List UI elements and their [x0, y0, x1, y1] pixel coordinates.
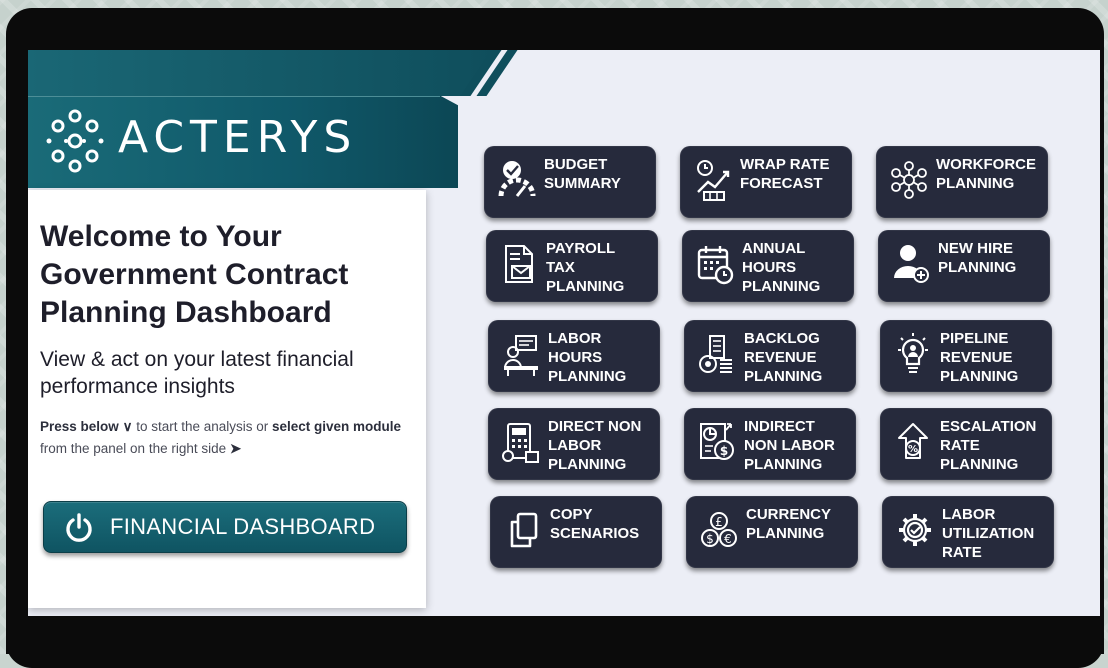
module-label: WORKFORCE PLANNING [936, 156, 1036, 192]
module-label: BUDGET SUMMARY [544, 156, 621, 192]
module-currency-planning[interactable]: £ $ € CURRENCY PLANNING [686, 496, 858, 568]
arrow-right-icon: ➤ [229, 441, 242, 456]
module-label: LABOR UTILIZATION RATE [942, 506, 1035, 561]
select-module-text: select given module [272, 419, 402, 434]
svg-text:£: £ [715, 515, 723, 529]
svg-text:$: $ [706, 532, 714, 546]
module-label: PIPELINE REVENUE PLANNING [940, 330, 1019, 385]
module-label: NEW HIRE PLANNING [938, 240, 1017, 276]
header-bar [28, 50, 498, 96]
module-label: LABOR HOURS PLANNING [548, 330, 627, 385]
module-pipeline-revenue-planning[interactable]: PIPELINE REVENUE PLANNING [880, 320, 1052, 392]
welcome-title: Welcome to Your Government Contract Plan… [40, 220, 349, 329]
module-payroll-tax-planning[interactable]: PAYROLL TAX PLANNING [486, 230, 658, 302]
module-label: ESCALATION RATE PLANNING [940, 418, 1037, 473]
module-backlog-revenue-planning[interactable]: BACKLOG REVENUE PLANNING [684, 320, 856, 392]
calculator-icon [502, 423, 539, 463]
module-budget-summary[interactable]: BUDGET SUMMARY [484, 146, 656, 218]
instructions-end: from the panel on the right side [40, 441, 230, 456]
lightbulb-icon [898, 333, 928, 373]
copy-icon [510, 512, 538, 548]
module-wrap-rate-forecast[interactable]: WRAP RATE FORECAST [680, 146, 852, 218]
module-indirect-non-labor-planning[interactable]: $ INDIRECT NON LABOR PLANNING [684, 408, 856, 480]
logo-divider [28, 96, 440, 97]
module-workforce-planning[interactable]: WORKFORCE PLANNING [876, 146, 1048, 218]
svg-text:%: % [908, 444, 918, 455]
percent-up-icon: % [898, 423, 928, 459]
press-below-text: Press below [40, 419, 119, 434]
rate-forecast-icon [697, 160, 730, 201]
workforce-network-icon [891, 161, 927, 199]
welcome-card: Welcome to Your Government Contract Plan… [28, 190, 426, 608]
gear-check-icon [899, 514, 931, 546]
instructions-text: Press below ∨ to start the analysis or s… [40, 416, 424, 460]
module-label: CURRENCY PLANNING [746, 506, 832, 542]
brand-name: ACTERYS [118, 112, 358, 163]
speedometer-icon [498, 161, 536, 197]
module-labor-utilization-rate[interactable]: LABOR UTILIZATION RATE [882, 496, 1054, 568]
financial-dashboard-button[interactable]: FINANCIAL DASHBOARD [43, 501, 407, 553]
chevron-down-icon: ∨ [122, 419, 133, 434]
calendar-clock-icon [697, 246, 734, 285]
svg-text:€: € [724, 532, 732, 546]
module-label: BACKLOG REVENUE PLANNING [744, 330, 823, 385]
power-icon [66, 513, 92, 542]
currency-icon: £ $ € [701, 512, 737, 547]
svg-text:$: $ [720, 444, 728, 458]
report-dollar-icon: $ [700, 423, 734, 460]
module-label: DIRECT NON LABOR PLANNING [548, 418, 642, 473]
financial-dashboard-label: FINANCIAL DASHBOARD [110, 514, 376, 539]
module-label: PAYROLL TAX PLANNING [546, 240, 625, 295]
module-label: ANNUAL HOURS PLANNING [742, 240, 821, 295]
module-direct-non-labor-planning[interactable]: DIRECT NON LABOR PLANNING [488, 408, 660, 480]
device-bezel-bottom [6, 618, 1104, 654]
add-user-icon [894, 245, 929, 283]
welcome-subtitle: View & act on your latest financial perf… [40, 348, 354, 398]
module-label: COPY SCENARIOS [550, 506, 640, 542]
module-annual-hours-planning[interactable]: ANNUAL HOURS PLANNING [682, 230, 854, 302]
module-labor-hours-planning[interactable]: LABOR HOURS PLANNING [488, 320, 660, 392]
acterys-logo-icon [46, 109, 104, 173]
worker-desk-icon [504, 335, 538, 376]
module-copy-scenarios[interactable]: COPY SCENARIOS [490, 496, 662, 568]
coins-stack-icon [699, 335, 732, 373]
module-label: WRAP RATE FORECAST [740, 156, 830, 192]
dashboard-screen: ACTERYS Welcome to Your Government Contr… [28, 50, 1100, 616]
module-label: INDIRECT NON LABOR PLANNING [744, 418, 835, 473]
instructions-mid: to start the analysis or [132, 419, 273, 434]
payroll-document-icon [505, 245, 533, 283]
module-escalation-rate-planning[interactable]: % ESCALATION RATE PLANNING [880, 408, 1052, 480]
module-new-hire-planning[interactable]: NEW HIRE PLANNING [878, 230, 1050, 302]
